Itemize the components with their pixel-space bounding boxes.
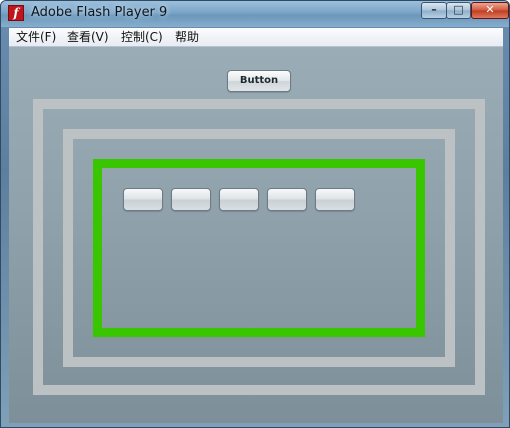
small-button-5[interactable] (315, 188, 355, 211)
flash-player-window: f Adobe Flash Player 9 – □ ✕ 文件(F) 查看(V)… (0, 0, 510, 428)
title-bar[interactable]: f Adobe Flash Player 9 – □ ✕ (1, 1, 509, 27)
small-button-1[interactable] (123, 188, 163, 211)
green-frame (93, 159, 425, 337)
menu-control[interactable]: 控制(C) (121, 29, 163, 45)
window-title: Adobe Flash Player 9 (31, 5, 168, 20)
small-button-3[interactable] (219, 188, 259, 211)
maximize-button[interactable]: □ (446, 2, 471, 19)
small-button-4[interactable] (267, 188, 307, 211)
top-button[interactable]: Button (227, 70, 291, 92)
small-button-2[interactable] (171, 188, 211, 211)
flash-stage: Button (9, 47, 503, 423)
menu-file[interactable]: 文件(F) (16, 29, 56, 45)
minimize-button[interactable]: – (421, 2, 447, 19)
flash-player-icon: f (8, 5, 24, 21)
menu-view[interactable]: 查看(V) (67, 29, 109, 45)
menu-help[interactable]: 帮助 (175, 29, 199, 45)
close-button[interactable]: ✕ (471, 2, 509, 19)
menu-bar: 文件(F) 查看(V) 控制(C) 帮助 (9, 28, 503, 47)
